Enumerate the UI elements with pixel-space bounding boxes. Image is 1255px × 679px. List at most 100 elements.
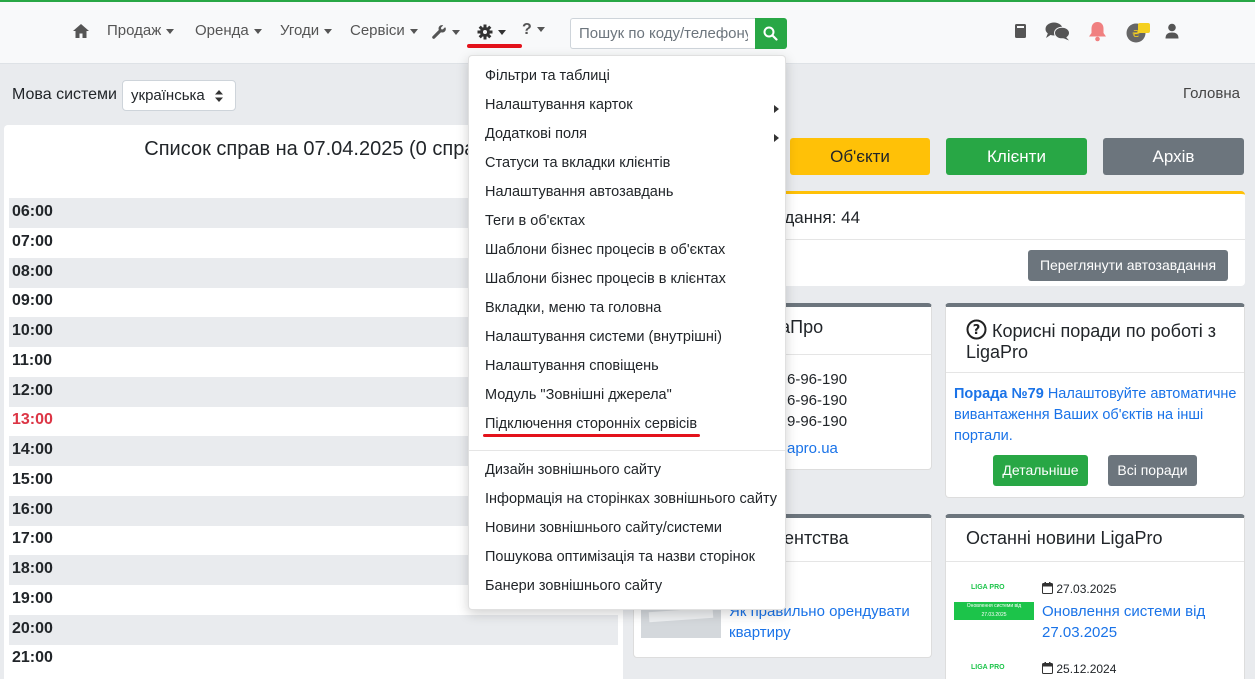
chevron-down-icon [166,28,175,34]
hour-label: 09:00 [12,292,53,310]
news-card: Останні новини LigaPro LIGA PRO Оновленн… [945,514,1245,679]
tips-card: ? Корисні поради по роботі з LigaPro Пор… [945,303,1245,498]
clients-button[interactable]: Клієнти [946,138,1087,175]
news-logo-brand-2: LIGA PRO [971,664,1005,671]
hour-label: 07:00 [12,232,53,250]
news-logo-image[interactable]: Оновлення системи від 27.03.2025 [954,602,1034,620]
dropdown-item[interactable]: Інформація на сторінках зовнішнього сайт… [485,491,777,507]
nav-deals-label: Угоди [280,22,320,39]
highlight-underline [467,44,522,48]
svg-text:?: ? [973,323,981,338]
tip-more-button[interactable]: Детальніше [993,455,1088,486]
schedule-hour-row[interactable]: 20:00 [9,614,618,645]
language-select[interactable]: українська [122,80,236,111]
dropdown-item[interactable]: Налаштування карток [485,97,633,113]
hour-label: 16:00 [12,500,53,518]
chevron-down-icon [409,28,418,34]
settings-dropdown-menu: Фільтри та таблиці Налаштування карток Дод… [468,55,786,610]
chevron-right-icon [774,105,779,113]
phone-3[interactable]: 9-96-190 [787,411,847,432]
search-input[interactable] [570,18,756,49]
dropdown-item[interactable]: Фільтри та таблиці [485,68,610,84]
nav-deals[interactable]: Угоди [280,22,333,39]
news-date-2-text: 25.12.2024 [1056,662,1117,676]
dropdown-item[interactable]: Пошукова оптимізація та назви сторінок [485,549,755,565]
contacts-phones: 6-96-190 6-96-190 9-96-190 [787,369,847,432]
dropdown-divider [469,450,785,451]
schedule-hour-row[interactable]: 21:00 [9,644,618,674]
dropdown-item[interactable]: Дизайн зовнішнього сайту [485,462,661,478]
dropdown-item[interactable]: Теги в об'єктах [485,213,585,229]
hour-label: 15:00 [12,470,53,488]
user-icon[interactable] [1165,23,1179,39]
phone-1[interactable]: 6-96-190 [787,369,847,390]
question-circle-icon: ? [966,319,987,340]
news-title: Останні новини LigaPro [946,518,1244,562]
coin-icon[interactable]: ₴ [1126,21,1152,43]
chat-icon[interactable] [1045,22,1070,41]
nav-rent[interactable]: Оренда [195,22,262,39]
phone-2[interactable]: 6-96-190 [787,390,847,411]
calendar-icon [1042,662,1053,674]
news-date-2: 25.12.2024 [1042,662,1116,676]
dropdown-item[interactable]: Вкладки, меню та головна [485,300,661,316]
search-button[interactable] [755,18,787,49]
hour-label: 20:00 [12,619,53,637]
chevron-down-icon [498,29,506,35]
dropdown-item[interactable]: Підключення сторонніх сервісів [485,416,697,432]
wrench-icon [432,25,446,39]
news-link-1[interactable]: Оновлення системи від 27.03.2025 [1042,601,1242,643]
hour-label: 21:00 [12,649,53,667]
nav-sales[interactable]: Продаж [107,22,175,39]
tip-label[interactable]: Порада №79 [954,386,1044,402]
dropdown-item[interactable]: Налаштування системи (внутрішні) [485,329,722,345]
hour-label: 18:00 [12,560,53,577]
objects-button[interactable]: Об'єкти [790,138,930,175]
news-date-1: 27.03.2025 [1042,582,1116,596]
breadcrumb-home[interactable]: Головна [1183,85,1240,102]
dropdown-item[interactable]: Шаблони бізнес процесів в об'єктах [485,242,725,258]
chevron-right-icon [774,134,779,142]
nav-tools[interactable] [431,23,460,40]
tip-text-block: Порада №79 Налаштовуйте автоматичне вива… [954,384,1239,447]
nav-rent-label: Оренда [195,22,249,39]
chevron-down-icon [452,29,460,35]
nav-help[interactable]: ? [522,21,545,39]
dropdown-item[interactable]: Статуси та вкладки клієнтів [485,155,670,171]
hour-label: 13:00 [12,411,53,429]
dropdown-item[interactable]: Додаткові поля [485,126,587,142]
language-label: Мова системи [12,86,117,103]
home-icon[interactable] [72,23,90,39]
tips-title: Корисні поради по роботі з LigaPro [966,321,1217,362]
hour-label: 17:00 [12,530,53,548]
dropdown-item[interactable]: Налаштування сповіщень [485,358,659,374]
dropdown-item[interactable]: Модуль "Зовнішні джерела" [485,387,672,403]
dropdown-item[interactable]: Банери зовнішнього сайту [485,578,662,594]
language-value: українська [131,87,205,104]
nav-settings[interactable] [477,23,506,40]
nav-sales-label: Продаж [107,22,162,39]
book-icon[interactable] [1014,23,1027,39]
sort-arrows-icon [215,90,223,102]
calendar-icon [1042,582,1053,594]
hour-label: 06:00 [12,203,53,220]
dropdown-item[interactable]: Новини зовнішнього сайту/системи [485,520,722,536]
hour-label: 11:00 [12,351,53,369]
tips-header: ? Корисні поради по роботі з LigaPro [946,307,1244,373]
archive-button[interactable]: Архів [1103,138,1244,175]
chevron-down-icon [253,28,262,34]
chevron-down-icon [324,28,333,34]
view-autotasks-button[interactable]: Переглянути автозавдання [1028,250,1228,281]
nav-services[interactable]: Сервіси [350,22,418,39]
dropdown-item[interactable]: Налаштування автозавдань [485,184,673,200]
news-logo-brand: LIGA PRO [971,584,1005,591]
highlight-underline [483,434,700,437]
bell-icon[interactable] [1088,21,1107,42]
hour-label: 12:00 [12,381,53,399]
chevron-down-icon [536,27,545,33]
dropdown-item[interactable]: Шаблони бізнес процесів в клієнтах [485,271,726,287]
nav-services-label: Сервіси [350,22,405,39]
all-tips-button[interactable]: Всі поради [1108,455,1197,486]
hour-label: 08:00 [12,262,53,280]
contacts-site-link[interactable]: apro.ua [787,440,838,457]
